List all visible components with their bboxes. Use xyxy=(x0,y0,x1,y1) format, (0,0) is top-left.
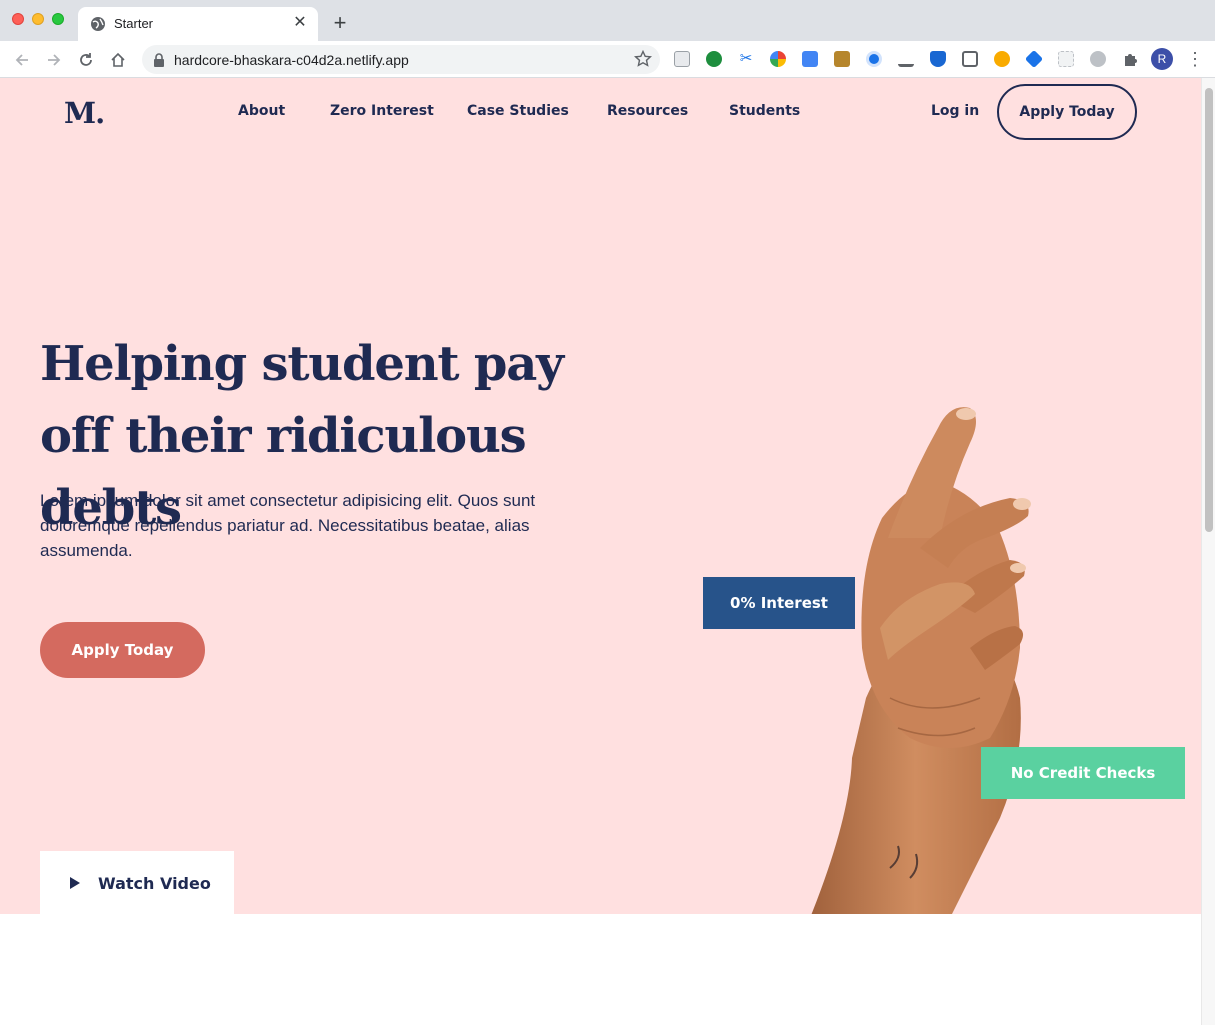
hand-image xyxy=(811,407,1031,914)
page-scrollbar[interactable] xyxy=(1201,78,1215,1025)
hero-apply-button[interactable]: Apply Today xyxy=(40,622,205,678)
new-tab-button[interactable]: + xyxy=(328,11,352,35)
ext-puzzle-icon[interactable] xyxy=(1122,51,1138,67)
ext-check-icon[interactable] xyxy=(706,51,722,67)
browser-menu-icon[interactable]: ⋮ xyxy=(1186,49,1204,69)
zero-interest-badge: 0% Interest xyxy=(703,577,855,629)
home-icon xyxy=(111,52,125,67)
hero-subtext: Lorem ipsum dolor sit amet consectetur a… xyxy=(40,491,536,560)
ext-gray-circle-icon[interactable] xyxy=(1090,51,1106,67)
play-icon xyxy=(70,877,80,889)
ext-news-icon[interactable] xyxy=(962,51,978,67)
watch-video-label: Watch Video xyxy=(98,873,211,893)
headline-line-1: Helping student pay xyxy=(40,336,564,392)
webpage: M. About Zero Interest Case Studies Reso… xyxy=(0,78,1201,1025)
hero-section: M. About Zero Interest Case Studies Reso… xyxy=(0,78,1201,914)
globe-icon xyxy=(91,17,105,31)
reload-button[interactable] xyxy=(74,48,98,72)
nav-link-zero-interest[interactable]: Zero Interest xyxy=(330,103,434,119)
browser-tab-strip: Starter ✕ + xyxy=(0,0,1215,41)
home-button[interactable] xyxy=(106,48,130,72)
back-button[interactable] xyxy=(10,48,34,72)
nav-link-case-studies[interactable]: Case Studies xyxy=(467,103,569,119)
browser-toolbar: hardcore-bhaskara-c04d2a.netlify.app ✂ R… xyxy=(0,41,1215,78)
window-minimize-button[interactable] xyxy=(32,13,44,25)
ext-heart-icon[interactable] xyxy=(1024,49,1044,69)
puzzle-icon xyxy=(1125,54,1137,66)
ext-laptop-icon[interactable] xyxy=(898,51,914,67)
nav-link-students[interactable]: Students xyxy=(729,103,800,119)
profile-avatar[interactable]: R xyxy=(1151,48,1173,70)
no-credit-checks-badge: No Credit Checks xyxy=(981,747,1185,799)
ext-film-icon[interactable] xyxy=(834,51,850,67)
reload-icon xyxy=(80,53,92,66)
ext-chrome-circle-icon[interactable] xyxy=(770,51,786,67)
bookmark-star-icon[interactable] xyxy=(634,50,652,68)
ext-grid-icon[interactable] xyxy=(1058,51,1074,67)
login-link[interactable]: Log in xyxy=(931,103,979,119)
window-close-button[interactable] xyxy=(12,13,24,25)
url-text: hardcore-bhaskara-c04d2a.netlify.app xyxy=(174,52,409,68)
scrollbar-thumb[interactable] xyxy=(1205,88,1213,532)
ext-key-icon[interactable] xyxy=(994,51,1010,67)
ext-compass-icon[interactable] xyxy=(866,51,882,67)
nav-apply-button[interactable]: Apply Today xyxy=(997,84,1137,140)
forward-button[interactable] xyxy=(42,48,66,72)
ext-translate-icon[interactable] xyxy=(802,51,818,67)
watch-video-button[interactable]: Watch Video xyxy=(40,851,234,914)
arrow-right-icon xyxy=(48,54,61,66)
tab-title: Starter xyxy=(114,16,154,31)
nav-link-resources[interactable]: Resources xyxy=(607,103,688,119)
address-bar[interactable]: hardcore-bhaskara-c04d2a.netlify.app xyxy=(142,45,660,74)
ext-media-icon[interactable] xyxy=(674,51,690,67)
ext-shield-icon[interactable] xyxy=(930,51,946,67)
lock-icon xyxy=(154,53,164,67)
window-maximize-button[interactable] xyxy=(52,13,64,25)
arrow-left-icon xyxy=(15,54,28,66)
site-logo[interactable]: M. xyxy=(64,96,105,130)
tab-close-icon[interactable]: ✕ xyxy=(290,13,310,33)
browser-tab-active[interactable]: Starter ✕ xyxy=(78,7,318,41)
nav-link-about[interactable]: About xyxy=(238,103,285,119)
ext-scissors-icon[interactable]: ✂ xyxy=(738,51,754,67)
